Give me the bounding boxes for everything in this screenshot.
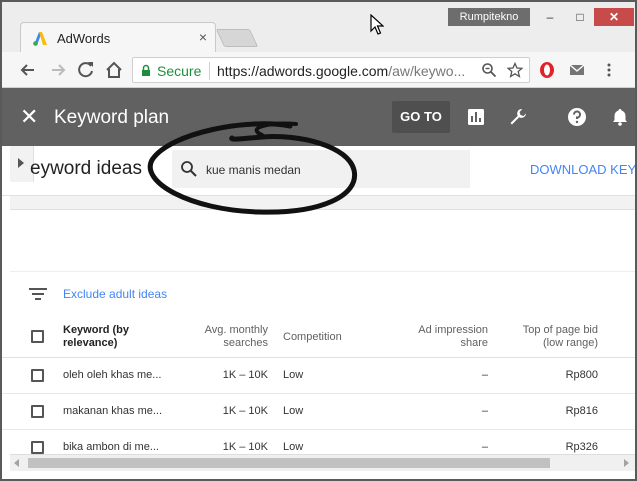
column-keyword-line2: relevance)	[63, 337, 118, 349]
url-path: /aw/keywo...	[388, 63, 466, 79]
keyword-cell: oleh oleh khas me...	[63, 369, 162, 381]
column-impression-line1: Ad impression	[418, 324, 488, 336]
title-bar: AdWords × Rumpitekno – □ ✕	[2, 2, 635, 52]
browser-toolbar: Secure https://adwords.google.com/aw/key…	[2, 52, 635, 88]
keyword-ideas-title: eyword ideas	[30, 158, 142, 179]
reports-icon[interactable]	[466, 107, 486, 127]
impression-cell: –	[481, 369, 488, 381]
home-icon[interactable]	[104, 60, 124, 80]
table-row[interactable]: makanan khas me... 1K – 10K Low – Rp816	[2, 394, 635, 430]
new-tab-button[interactable]	[215, 29, 259, 47]
tab-close-icon[interactable]: ×	[199, 29, 207, 45]
lock-icon	[142, 64, 150, 76]
maximize-button[interactable]: □	[566, 8, 594, 26]
searches-cell: 1K – 10K	[222, 405, 268, 417]
minimize-button[interactable]: –	[536, 8, 564, 26]
filter-icon[interactable]	[28, 286, 48, 302]
row-checkbox[interactable]	[31, 405, 44, 418]
column-keyword-line1: Keyword (by	[63, 324, 130, 336]
scroll-left-arrow-icon[interactable]	[14, 459, 19, 467]
row-checkbox[interactable]	[31, 441, 44, 454]
mail-extension-icon[interactable]	[568, 61, 586, 79]
divider-strip	[10, 196, 635, 210]
searches-cell: 1K – 10K	[222, 441, 268, 453]
bid-cell: Rp816	[565, 405, 598, 417]
column-avg-monthly-searches[interactable]: Avg. monthly searches	[168, 324, 268, 350]
keyword-search-input[interactable]: kue manis medan	[172, 150, 470, 188]
column-keyword[interactable]: Keyword (by relevance)	[63, 324, 129, 350]
forward-arrow-icon[interactable]	[48, 60, 68, 80]
column-bid-line1: Top of page bid	[522, 324, 598, 336]
browser-window: AdWords × Rumpitekno – □ ✕ Secure https:…	[0, 0, 637, 481]
select-all-checkbox[interactable]	[31, 330, 44, 343]
bookmark-star-icon[interactable]	[507, 62, 523, 78]
column-top-of-page-bid[interactable]: Top of page bid (low range)	[498, 324, 598, 350]
column-searches-line2: searches	[223, 337, 268, 349]
exclude-adult-ideas-link[interactable]: Exclude adult ideas	[63, 287, 167, 301]
blank-panel	[10, 210, 635, 272]
table-header: Keyword (by relevance) Avg. monthly sear…	[2, 316, 635, 358]
filter-row: Exclude adult ideas	[2, 272, 635, 316]
column-impression-line2: share	[460, 337, 488, 349]
goto-button[interactable]: GO TO	[392, 101, 450, 133]
keyword-plan-header: ✕ Keyword plan GO TO	[2, 88, 635, 146]
tab-title: AdWords	[57, 31, 111, 46]
help-icon[interactable]	[567, 107, 587, 127]
reload-icon[interactable]	[76, 60, 96, 80]
competition-cell: Low	[283, 369, 304, 381]
keyword-cell: bika ambon di me...	[63, 441, 159, 453]
download-keyword-ideas-button[interactable]: DOWNLOAD KEY	[530, 162, 635, 177]
column-bid-line2: (low range)	[542, 337, 598, 349]
table-row[interactable]: oleh oleh khas me... 1K – 10K Low – Rp80…	[2, 358, 635, 394]
close-icon[interactable]: ✕	[20, 104, 38, 130]
horizontal-scrollbar[interactable]	[10, 454, 635, 471]
back-arrow-icon[interactable]	[18, 60, 38, 80]
row-checkbox[interactable]	[31, 369, 44, 382]
expand-arrow-icon	[18, 158, 24, 168]
impression-cell: –	[481, 441, 488, 453]
notifications-bell-icon[interactable]	[610, 107, 630, 127]
page-title: Keyword plan	[54, 107, 170, 128]
searches-cell: 1K – 10K	[222, 369, 268, 381]
column-ad-impression-share[interactable]: Ad impression share	[388, 324, 488, 350]
url-host: https://adwords.google.com	[217, 63, 389, 79]
column-competition[interactable]: Competition	[283, 331, 342, 344]
secure-label: Secure	[157, 63, 202, 79]
address-divider	[209, 62, 210, 80]
scrollbar-thumb[interactable]	[28, 458, 550, 468]
opera-extension-icon[interactable]	[538, 61, 556, 79]
keyword-ideas-bar: eyword ideas kue manis medan DOWNLOAD KE…	[2, 146, 635, 196]
mouse-cursor-icon	[370, 14, 384, 35]
table-row[interactable]: bika ambon di me... 1K – 10K Low – Rp326	[2, 430, 635, 454]
address-bar[interactable]: Secure https://adwords.google.com/aw/key…	[132, 57, 530, 83]
wrench-icon[interactable]	[508, 107, 528, 127]
browser-menu-icon[interactable]	[600, 61, 618, 79]
window-close-button[interactable]: ✕	[594, 8, 634, 26]
competition-cell: Low	[283, 405, 304, 417]
column-searches-line1: Avg. monthly	[204, 324, 268, 336]
search-icon	[181, 161, 197, 177]
scroll-right-arrow-icon[interactable]	[624, 459, 629, 467]
profile-badge[interactable]: Rumpitekno	[448, 8, 530, 26]
tab-adwords[interactable]: AdWords ×	[20, 22, 216, 52]
competition-cell: Low	[283, 441, 304, 453]
bid-cell: Rp800	[565, 369, 598, 381]
adwords-logo-icon	[33, 32, 47, 46]
bid-cell: Rp326	[565, 441, 598, 453]
zoom-icon[interactable]	[481, 62, 497, 78]
search-query-text: kue manis medan	[206, 163, 301, 177]
keyword-cell: makanan khas me...	[63, 405, 163, 417]
url-text[interactable]: https://adwords.google.com/aw/keywo...	[217, 63, 477, 79]
impression-cell: –	[481, 405, 488, 417]
